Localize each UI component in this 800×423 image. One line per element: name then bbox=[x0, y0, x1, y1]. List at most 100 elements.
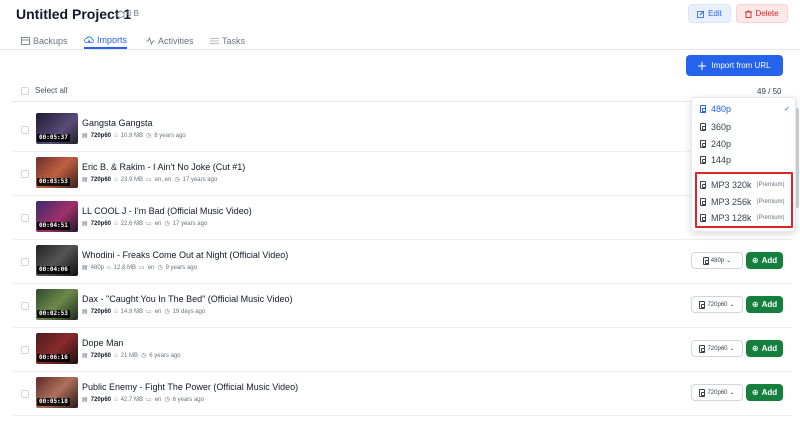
file-icon bbox=[700, 156, 706, 164]
video-title: Public Enemy - Fight The Power (Official… bbox=[82, 382, 299, 392]
video-duration: 00:02:53 bbox=[37, 310, 70, 318]
project-title: Untitled Project 1 bbox=[16, 6, 132, 22]
chevron-down-icon: ⌄ bbox=[729, 346, 735, 352]
premium-highlight-box bbox=[695, 172, 793, 228]
video-duration: 00:05:18 bbox=[37, 398, 70, 406]
format-option-360p[interactable]: 360p bbox=[700, 120, 792, 134]
format-select[interactable]: 720p60 ⌄ bbox=[691, 384, 743, 401]
video-size: 10.9 MB bbox=[120, 132, 144, 139]
clock-icon: ◷ bbox=[164, 309, 170, 315]
tab-bar: Backups Imports Activities Tasks bbox=[0, 28, 800, 50]
add-label: Add bbox=[761, 300, 778, 309]
select-all[interactable]: Select all bbox=[21, 86, 67, 95]
film-icon: ▤ bbox=[82, 397, 88, 403]
video-title: Dope Man bbox=[82, 338, 124, 348]
edit-button[interactable]: Edit bbox=[688, 4, 731, 23]
video-thumbnail[interactable]: 00:02:53 bbox=[36, 289, 78, 320]
video-meta: ▤ 720p60 ⌂ 22.6 MB ▭ en ◷ 17 years ago bbox=[82, 220, 208, 228]
film-icon: ▤ bbox=[82, 265, 88, 271]
video-size: 14.9 MB bbox=[120, 308, 144, 315]
add-button[interactable]: ⊕ Add bbox=[746, 340, 783, 357]
hdd-icon: ⌂ bbox=[114, 396, 118, 403]
format-select[interactable]: 720p60 ⌄ bbox=[691, 340, 743, 357]
video-quality: 720p60 bbox=[90, 352, 112, 359]
file-icon bbox=[699, 344, 706, 353]
format-value: 480p bbox=[710, 257, 725, 264]
format-option-144p[interactable]: 144p bbox=[700, 153, 792, 167]
row-checkbox[interactable] bbox=[21, 126, 29, 134]
import-label: Import from URL bbox=[711, 61, 771, 70]
hdd-icon: ⌂ bbox=[114, 220, 118, 227]
row-checkbox[interactable] bbox=[21, 258, 29, 266]
format-select[interactable]: 720p60 ⌄ bbox=[691, 296, 743, 313]
activity-icon bbox=[146, 36, 155, 45]
video-thumbnail[interactable]: 00:03:53 bbox=[36, 157, 78, 188]
tab-imports[interactable]: Imports bbox=[84, 32, 128, 49]
video-duration: 00:04:51 bbox=[37, 222, 70, 230]
video-quality: 480p bbox=[90, 264, 105, 271]
project-size-value: 0 B bbox=[127, 9, 140, 18]
format-value: 720p60 bbox=[707, 345, 728, 352]
row-checkbox[interactable] bbox=[21, 346, 29, 354]
subtitles-icon: ▭ bbox=[146, 221, 152, 227]
video-row: 00:05:37 Gangsta Gangsta ▤ 720p60 ⌂ 10.9 M… bbox=[12, 108, 792, 152]
clock-icon: ◷ bbox=[164, 397, 170, 403]
list-icon bbox=[210, 37, 219, 44]
row-checkbox[interactable] bbox=[21, 170, 29, 178]
hdd-icon: ⌂ bbox=[107, 264, 111, 271]
delete-button[interactable]: Delete bbox=[736, 4, 788, 23]
video-size: 12.8 MB bbox=[113, 264, 137, 271]
add-button[interactable]: ⊕ Add bbox=[746, 252, 783, 269]
tab-backups-label: Backups bbox=[33, 35, 68, 46]
video-quality: 720p60 bbox=[90, 132, 112, 139]
file-icon bbox=[699, 388, 706, 397]
tab-backups[interactable]: Backups bbox=[21, 32, 68, 49]
video-quality: 720p60 bbox=[90, 176, 112, 183]
format-select[interactable]: 480p ⌄ bbox=[691, 252, 743, 269]
video-duration: 00:03:53 bbox=[37, 178, 70, 186]
film-icon: ▤ bbox=[82, 177, 88, 183]
select-all-checkbox[interactable] bbox=[21, 86, 29, 95]
video-age: 6 years ago bbox=[149, 352, 181, 359]
import-count: 49 / 50 bbox=[757, 87, 782, 96]
video-age: 9 years ago bbox=[165, 264, 197, 271]
video-duration: 00:04:06 bbox=[37, 266, 70, 274]
video-meta: ▤ 720p60 ⌂ 10.9 MB ◷ 8 years ago bbox=[82, 132, 186, 140]
video-thumbnail[interactable]: 00:05:18 bbox=[36, 377, 78, 408]
add-button[interactable]: ⊕ Add bbox=[746, 384, 783, 401]
video-size: 22.6 MB bbox=[120, 220, 144, 227]
video-title: LL COOL J - I'm Bad (Official Music Vide… bbox=[82, 206, 252, 216]
chevron-down-icon: ⌄ bbox=[726, 258, 732, 264]
row-checkbox[interactable] bbox=[21, 302, 29, 310]
archive-icon bbox=[21, 36, 30, 45]
option-label: 144p bbox=[711, 155, 732, 165]
format-value: 720p60 bbox=[707, 389, 728, 396]
check-icon: ✓ bbox=[784, 106, 790, 113]
video-row: 00:04:51 LL COOL J - I'm Bad (Official M… bbox=[12, 196, 792, 240]
option-label: 360p bbox=[711, 122, 732, 132]
video-thumbnail[interactable]: 00:06:16 bbox=[36, 333, 78, 364]
video-duration: 00:06:16 bbox=[37, 354, 70, 362]
chevron-down-icon: ⌄ bbox=[729, 390, 735, 396]
row-checkbox[interactable] bbox=[21, 390, 29, 398]
video-age: 8 years ago bbox=[154, 132, 186, 139]
format-option-480p[interactable]: 480p ✓ bbox=[700, 102, 792, 116]
add-button[interactable]: ⊕ Add bbox=[746, 296, 783, 313]
tab-tasks[interactable]: Tasks bbox=[210, 32, 245, 49]
video-meta: ▤ 480p ⌂ 12.8 MB ▭ en ◷ 9 years ago bbox=[82, 264, 197, 272]
video-thumbnail[interactable]: 00:04:06 bbox=[36, 245, 78, 276]
format-option-240p[interactable]: 240p bbox=[700, 137, 792, 151]
plus-circle-icon: ⊕ bbox=[751, 388, 759, 397]
tab-activities[interactable]: Activities bbox=[146, 32, 194, 49]
video-age: 17 years ago bbox=[172, 220, 208, 227]
plus-circle-icon: ⊕ bbox=[751, 344, 759, 353]
video-meta: ▤ 720p60 ⌂ 42.7 MB ▭ en ◷ 6 years ago bbox=[82, 396, 204, 404]
row-checkbox[interactable] bbox=[21, 214, 29, 222]
video-thumbnail[interactable]: 00:05:37 bbox=[36, 113, 78, 144]
video-thumbnail[interactable]: 00:04:51 bbox=[36, 201, 78, 232]
import-from-url-button[interactable]: Import from URL bbox=[686, 55, 783, 76]
video-age: 6 years ago bbox=[172, 396, 204, 403]
hdd-icon: ⌂ bbox=[114, 308, 118, 315]
video-size: 21 MB bbox=[120, 352, 138, 359]
video-quality: 720p60 bbox=[90, 396, 112, 403]
